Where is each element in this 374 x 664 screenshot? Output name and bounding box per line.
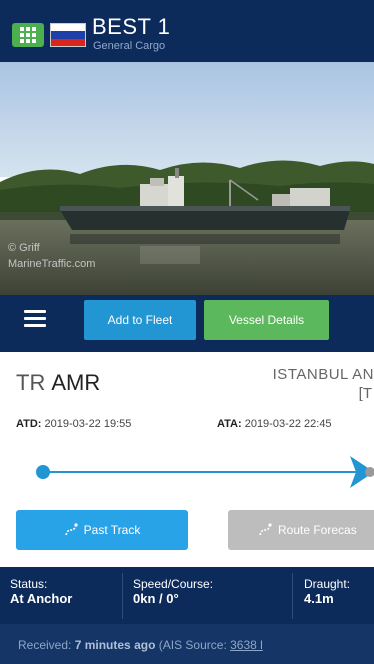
atd-info: ATD: 2019-03-22 19:55	[16, 418, 131, 430]
destination-code: [T	[358, 385, 372, 402]
photo-credit-author: © Griff	[8, 242, 40, 254]
destination-port[interactable]: ISTANBUL AN	[273, 366, 374, 383]
past-track-button[interactable]: Past Track	[16, 510, 188, 550]
speed-course-info: Speed/Course: 0kn / 0°	[133, 577, 213, 606]
route-forecast-label: Route Forecas	[278, 523, 357, 537]
photo-credit-site: MarineTraffic.com	[8, 258, 96, 270]
draught-value: 4.1m	[304, 591, 334, 606]
vessel-type: General Cargo	[93, 40, 166, 52]
speed-course-value: 0kn / 0°	[133, 591, 179, 606]
status-bar: Status: At Anchor Speed/Course: 0kn / 0°…	[0, 567, 374, 624]
status-info: Status: At Anchor	[10, 577, 72, 606]
status-value: At Anchor	[10, 591, 73, 606]
past-track-label: Past Track	[83, 523, 141, 537]
ais-source-label: (AIS Source:	[158, 638, 227, 652]
grid-icon[interactable]	[12, 23, 44, 47]
ata-value: 2019-03-22 22:45	[244, 418, 332, 430]
received-info: Received: 7 minutes ago (AIS Source: 363…	[0, 624, 374, 664]
vessel-details-button[interactable]: Vessel Details	[204, 300, 329, 340]
status-divider	[122, 573, 123, 619]
departure-country: TR	[16, 370, 46, 395]
vessel-name: BEST 1	[92, 14, 171, 39]
ata-label: ATA:	[217, 418, 242, 430]
flag-icon	[50, 23, 86, 47]
draught-info: Draught: 4.1m	[304, 577, 350, 606]
status-divider	[292, 573, 293, 619]
vessel-photo[interactable]: © Griff MarineTraffic.com	[0, 62, 374, 295]
forecast-track-icon	[259, 523, 272, 536]
voyage-panel: TR AMR ISTANBUL AN [T ATD: 2019-03-22 19:…	[0, 352, 374, 567]
atd-value: 2019-03-22 19:55	[44, 418, 132, 430]
draught-label: Draught:	[304, 577, 351, 591]
route-forecast-button[interactable]: Route Forecas	[228, 510, 374, 550]
received-age: 7 minutes ago	[74, 638, 156, 652]
status-label: Status:	[10, 577, 48, 591]
route-start-dot	[36, 465, 50, 479]
atd-label: ATD:	[16, 418, 42, 430]
ata-info: ATA: 2019-03-22 22:45	[217, 418, 332, 430]
received-prefix: Received:	[18, 638, 72, 652]
add-to-fleet-button[interactable]: Add to Fleet	[84, 300, 196, 340]
ais-source-link[interactable]: 3638 l	[230, 638, 263, 652]
vessel-position-arrow-icon	[350, 456, 374, 488]
departure-port[interactable]: TR AMR	[16, 370, 100, 396]
route-progress-line	[42, 471, 362, 473]
menu-icon[interactable]	[24, 310, 46, 328]
departure-port-name: AMR	[51, 370, 101, 395]
track-icon	[64, 523, 78, 536]
top-header: BEST 1 General Cargo	[0, 0, 374, 62]
speed-course-label: Speed/Course:	[133, 577, 214, 591]
